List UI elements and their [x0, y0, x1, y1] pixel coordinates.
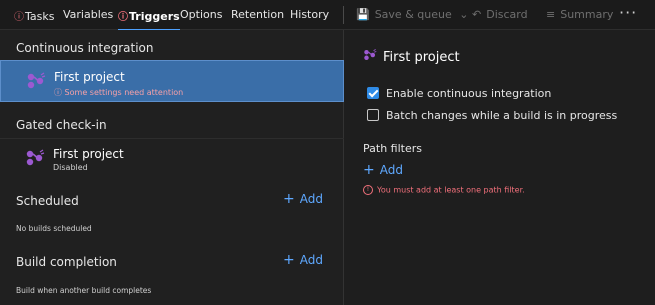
scheduled-header: Scheduled	[16, 194, 79, 208]
enable-ci-checkbox[interactable]	[367, 87, 379, 99]
save-queue-button[interactable]: 💾 Save & queue ⌄	[356, 8, 468, 21]
scheduled-note: No builds scheduled	[16, 224, 92, 233]
gated-item-title: First project	[53, 147, 124, 161]
plus-icon: +	[363, 162, 375, 178]
path-filter-error: ! You must add at least one path filter.	[363, 185, 525, 195]
pipeline-icon	[364, 49, 377, 61]
build-completion-header: Build completion	[16, 255, 117, 269]
save-icon: 💾	[356, 8, 370, 21]
add-schedule-button[interactable]: + Add	[283, 191, 323, 207]
ci-item-warning: ⓘ Some settings need attention	[54, 88, 184, 97]
gated-item-status: Disabled	[53, 163, 88, 172]
pipeline-icon	[27, 72, 46, 89]
list-icon: ≡	[546, 8, 556, 21]
discard-button[interactable]: ↶ Discard	[472, 8, 528, 21]
path-filters-header: Path filters	[363, 142, 422, 155]
error-icon: ⓘ	[118, 12, 128, 23]
tab-history[interactable]: History	[290, 8, 329, 21]
ci-header: Continuous integration	[16, 41, 154, 55]
plus-icon: +	[283, 191, 295, 207]
pipeline-icon	[26, 149, 45, 166]
tab-options[interactable]: Options	[180, 8, 222, 21]
more-actions-button[interactable]: ···	[619, 3, 637, 22]
build-completion-note: Build when another build completes	[16, 286, 152, 295]
trigger-list-panel: Continuous integration First project ⓘ S…	[0, 30, 344, 305]
top-toolbar: ⓘTasks Variables ⓘTriggers Options Reten…	[0, 0, 655, 31]
tab-triggers[interactable]: ⓘTriggers	[118, 8, 180, 31]
summary-button[interactable]: ≡ Summary	[546, 8, 613, 21]
warning-icon: ⓘ	[54, 88, 62, 97]
error-icon: ⓘ	[14, 12, 24, 23]
chevron-down-icon: ⌄	[459, 8, 469, 21]
tab-retention[interactable]: Retention	[231, 8, 284, 21]
tab-variables[interactable]: Variables	[63, 8, 113, 21]
undo-icon: ↶	[472, 8, 482, 21]
toolbar-divider	[343, 6, 344, 24]
tab-tasks[interactable]: ⓘTasks	[14, 8, 54, 23]
add-path-filter-button[interactable]: + Add	[363, 162, 403, 178]
batch-changes-checkbox[interactable]	[367, 109, 379, 121]
error-icon: !	[363, 185, 373, 195]
gated-header: Gated check-in	[16, 118, 107, 132]
add-build-completion-button[interactable]: + Add	[283, 252, 323, 268]
details-title: First project	[383, 50, 460, 65]
batch-changes-label: Batch changes while a build is in progre…	[386, 109, 618, 122]
ci-trigger-item[interactable]: First project ⓘ Some settings need atten…	[0, 60, 344, 102]
plus-icon: +	[283, 252, 295, 268]
ci-item-title: First project	[54, 70, 125, 84]
trigger-details-panel: First project Enable continuous integrat…	[345, 30, 655, 305]
enable-ci-label: Enable continuous integration	[386, 87, 552, 100]
gated-trigger-item[interactable]: First project Disabled	[0, 139, 344, 181]
